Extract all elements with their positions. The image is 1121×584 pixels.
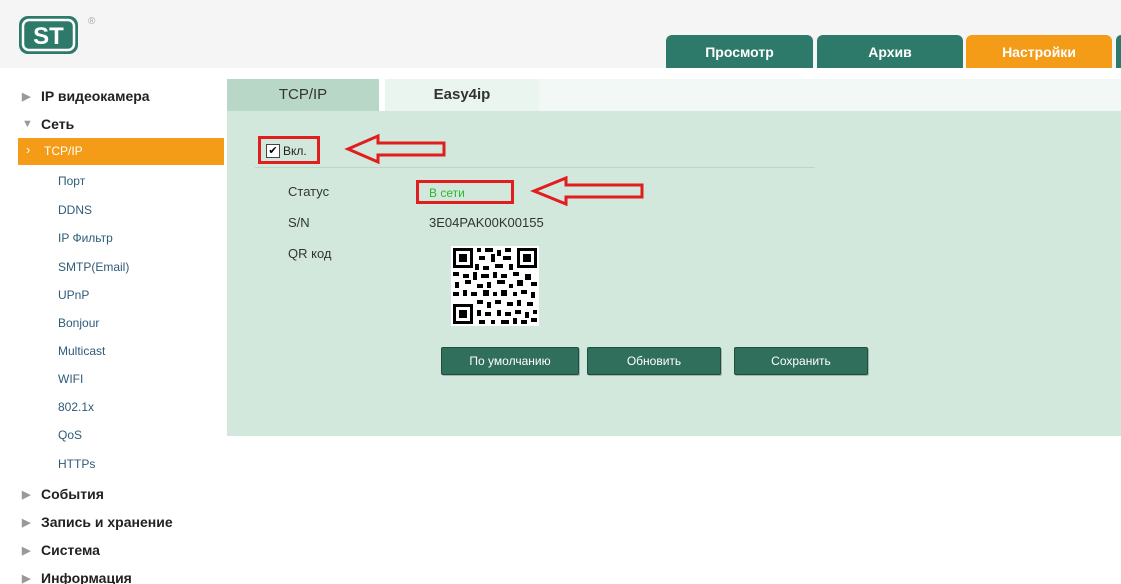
default-button[interactable]: По умолчанию xyxy=(441,347,579,375)
sidebar-section-label: Система xyxy=(41,542,100,558)
sidebar-section-events[interactable]: ▶ События xyxy=(0,482,224,508)
sidebar-section-info[interactable]: ▶ Информация xyxy=(0,566,224,584)
enable-label: Вкл. xyxy=(283,144,307,158)
sidebar-item-label: 802.1x xyxy=(58,400,95,414)
sidebar-item-label: IP Фильтр xyxy=(58,231,113,245)
sidebar-item-label: Bonjour xyxy=(58,316,100,330)
sidebar-section-storage[interactable]: ▶ Запись и хранение xyxy=(0,510,224,536)
qr-label: QR код xyxy=(288,246,332,261)
sidebar-item-8021x[interactable]: 802.1x xyxy=(0,394,224,421)
easy4ip-panel: ✔ Вкл. Статус В сети S/N 3E04PAK00K00155… xyxy=(227,111,1121,436)
sidebar-item-qos[interactable]: QoS xyxy=(0,422,224,449)
sidebar-item-label: SMTP(Email) xyxy=(58,260,130,274)
tab-overflow[interactable] xyxy=(1116,35,1121,68)
sidebar-item-upnp[interactable]: UPnP xyxy=(0,282,224,309)
sidebar-item-multicast[interactable]: Multicast xyxy=(0,338,224,365)
enable-checkbox[interactable]: ✔ xyxy=(266,144,280,158)
save-button[interactable]: Сохранить xyxy=(734,347,868,375)
logo-text: ST xyxy=(33,23,64,50)
st-logo: ST ® xyxy=(18,8,100,56)
sidebar-section-network[interactable]: ▼ Сеть xyxy=(0,112,224,138)
sidebar-section-label: Информация xyxy=(41,570,132,584)
sidebar-section-label: События xyxy=(41,486,104,502)
sidebar-section-label: Запись и хранение xyxy=(41,514,173,530)
sidebar-item-label: QoS xyxy=(58,428,83,442)
sidebar-item-label: WIFI xyxy=(58,372,84,386)
sidebar-item-label: DDNS xyxy=(58,203,93,217)
header-bar: ST ® Просмотр Архив Настройки xyxy=(0,0,1121,68)
status-label: Статус xyxy=(288,184,330,199)
sidebar-item-bonjour[interactable]: Bonjour xyxy=(0,310,224,337)
sidebar-item-ddns[interactable]: DDNS xyxy=(0,197,224,224)
chevron-right-icon: › xyxy=(26,142,31,157)
sidebar-item-label: Порт xyxy=(58,174,86,188)
sn-label: S/N xyxy=(288,215,310,230)
sidebar-item-label: UPnP xyxy=(58,288,90,302)
sidebar-item-port[interactable]: Порт xyxy=(0,168,224,195)
sidebar-item-tcpip[interactable]: › TCP/IP xyxy=(18,138,224,165)
sidebar-item-smtp[interactable]: SMTP(Email) xyxy=(0,254,224,281)
divider xyxy=(255,167,815,168)
annotation-arrow-icon xyxy=(530,175,644,207)
sidebar-item-label: Multicast xyxy=(58,344,106,358)
tab-strip-bg xyxy=(539,79,1121,111)
sidebar-item-wifi[interactable]: WIFI xyxy=(0,366,224,393)
expand-arrow-icon: ▶ xyxy=(22,91,31,103)
sidebar-section-label: Сеть xyxy=(41,116,75,132)
expand-arrow-icon: ▶ xyxy=(22,517,31,529)
expand-arrow-icon: ▶ xyxy=(22,573,31,584)
status-value: В сети xyxy=(429,186,465,200)
tab-tcpip[interactable]: TCP/IP xyxy=(227,79,379,111)
tab-view[interactable]: Просмотр xyxy=(666,35,813,68)
sidebar-section-ip-camera[interactable]: ▶ IP видеокамера xyxy=(0,84,224,110)
tab-easy4ip[interactable]: Easy4ip xyxy=(385,79,539,111)
qr-code xyxy=(451,246,539,326)
expand-arrow-icon: ▶ xyxy=(22,545,31,557)
tab-settings[interactable]: Настройки xyxy=(966,35,1112,68)
refresh-button[interactable]: Обновить xyxy=(587,347,721,375)
sidebar-section-system[interactable]: ▶ Система xyxy=(0,538,224,564)
sidebar-item-https[interactable]: HTTPs xyxy=(0,451,224,478)
status-highlight-box: В сети xyxy=(416,180,514,204)
enable-highlight-box: ✔ Вкл. xyxy=(258,136,320,164)
checkmark-icon: ✔ xyxy=(268,145,278,157)
app-root: ST ® Просмотр Архив Настройки ▶ IP видео… xyxy=(0,0,1121,584)
collapse-arrow-icon: ▼ xyxy=(22,118,33,130)
sn-value: 3E04PAK00K00155 xyxy=(429,215,544,230)
annotation-arrow-icon xyxy=(344,133,446,165)
sidebar-item-label: HTTPs xyxy=(58,457,96,471)
sidebar-item-label: TCP/IP xyxy=(44,144,83,158)
sidebar-section-label: IP видеокамера xyxy=(41,88,150,104)
tab-archive[interactable]: Архив xyxy=(817,35,963,68)
sidebar-item-ip-filter[interactable]: IP Фильтр xyxy=(0,225,224,252)
expand-arrow-icon: ▶ xyxy=(22,489,31,501)
registered-mark: ® xyxy=(88,16,96,27)
